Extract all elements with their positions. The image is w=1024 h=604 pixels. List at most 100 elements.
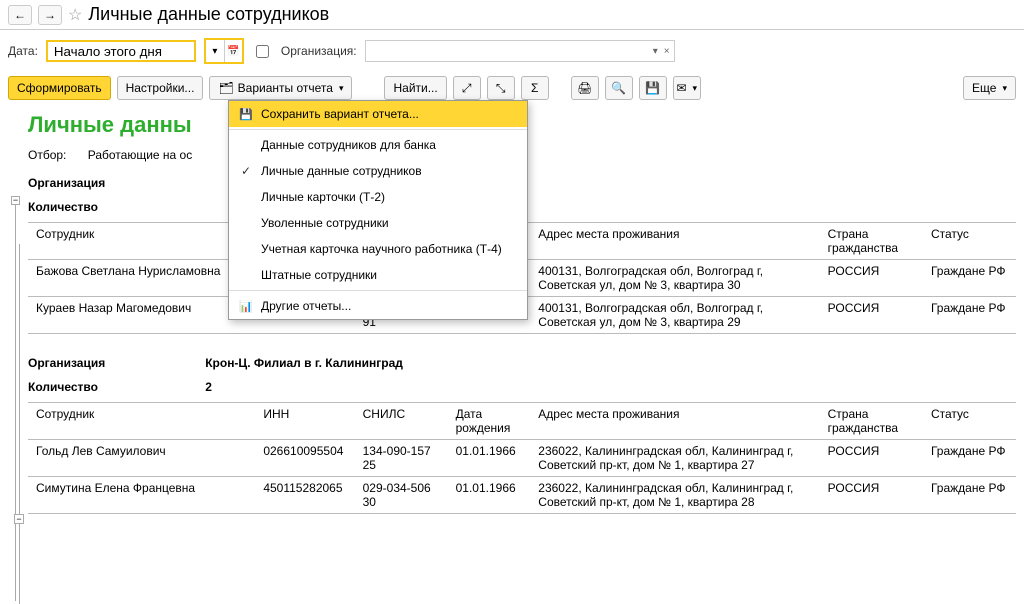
dd-science-label: Учетная карточка научного работника (Т-4…	[261, 242, 502, 256]
col-employee: Сотрудник	[28, 403, 255, 440]
expand-icon: ⤢	[462, 81, 472, 96]
cell-emp: Бажова Светлана Нурисламовна	[28, 260, 255, 297]
back-button[interactable]: ←	[8, 5, 32, 25]
dd-cards-label: Личные карточки (Т-2)	[261, 190, 385, 204]
more-label: Еще	[972, 81, 996, 95]
tree-collapse-icon[interactable]: −	[14, 514, 24, 524]
table-row[interactable]: Симутина Елена Францевна 450115282065 02…	[28, 477, 1016, 514]
group2-org-value: Крон-Ц. Филиал в г. Калининград	[205, 356, 403, 370]
mail-button[interactable]: ✉▾	[673, 76, 701, 100]
sigma-icon: Σ	[531, 81, 538, 95]
org-dropdown-icon[interactable]: ▾	[653, 46, 658, 57]
group2-count-value: 2	[205, 380, 403, 394]
cell-inn: 450115282065	[255, 477, 354, 514]
cell-status: Граждане РФ	[923, 440, 1016, 477]
variants-button[interactable]: 🗂 Варианты отчета ▾	[209, 76, 352, 100]
dd-other-reports[interactable]: 📊 Другие отчеты...	[229, 293, 527, 319]
cell-emp: Симутина Елена Францевна	[28, 477, 255, 514]
cell-inn: 026610095504	[255, 440, 354, 477]
preview-button[interactable]: 🔍	[605, 76, 633, 100]
print-icon: 🖨	[577, 81, 592, 95]
chevron-down-icon: ▾	[693, 83, 698, 94]
cell-ctz: РОССИЯ	[820, 297, 923, 334]
col-citizenship: Страна гражданства	[820, 223, 923, 260]
col-status: Статус	[923, 223, 1016, 260]
collapse-button[interactable]: ⤡	[487, 76, 515, 100]
cell-ctz: РОССИЯ	[820, 440, 923, 477]
dd-save-variant[interactable]: 💾 Сохранить вариант отчета...	[229, 101, 527, 127]
cell-status: Граждане РФ	[923, 260, 1016, 297]
dd-save-label: Сохранить вариант отчета...	[261, 107, 419, 121]
dd-personal-data[interactable]: ✓ Личные данные сотрудников	[229, 158, 527, 184]
data-table-2: Сотрудник ИНН СНИЛС Дата рождения Адрес …	[28, 402, 1016, 514]
group2-org-label: Организация	[28, 356, 105, 370]
cell-emp: Гольд Лев Самуилович	[28, 440, 255, 477]
check-icon: ✓	[239, 164, 253, 178]
filter-label: Отбор:	[28, 148, 66, 162]
cell-dob: 01.01.1966	[448, 440, 531, 477]
dd-personal-label: Личные данные сотрудников	[261, 164, 422, 178]
date-calendar-icon[interactable]: 📅	[224, 40, 242, 62]
table-row[interactable]: Гольд Лев Самуилович 026610095504 134-09…	[28, 440, 1016, 477]
dd-bank-label: Данные сотрудников для банка	[261, 138, 436, 152]
dd-staff[interactable]: Штатные сотрудники	[229, 262, 527, 288]
chevron-down-icon: ▾	[1002, 83, 1007, 94]
preview-icon: 🔍	[611, 81, 626, 95]
col-status: Статус	[923, 403, 1016, 440]
col-snils: СНИЛС	[355, 403, 448, 440]
variants-icon: 🗂	[218, 81, 233, 95]
org-label: Организация:	[281, 44, 357, 58]
expand-button[interactable]: ⤢	[453, 76, 481, 100]
sum-button[interactable]: Σ	[521, 76, 549, 100]
org-clear-icon[interactable]: ×	[664, 46, 670, 57]
dd-bank-data[interactable]: Данные сотрудников для банка	[229, 132, 527, 158]
cell-addr: 236022, Калининградская обл, Калининград…	[530, 440, 819, 477]
cell-ctz: РОССИЯ	[820, 260, 923, 297]
dd-other-label: Другие отчеты...	[261, 299, 351, 313]
chart-icon: 📊	[239, 300, 253, 313]
form-button[interactable]: Сформировать	[8, 76, 111, 100]
cell-snils: 029-034-506 30	[355, 477, 448, 514]
cell-dob: 01.01.1966	[448, 477, 531, 514]
dd-science[interactable]: Учетная карточка научного работника (Т-4…	[229, 236, 527, 262]
col-citizenship: Страна гражданства	[820, 403, 923, 440]
dd-fired[interactable]: Уволенные сотрудники	[229, 210, 527, 236]
save-icon: 💾	[645, 81, 660, 95]
variants-label: Варианты отчета	[238, 81, 333, 95]
settings-button[interactable]: Настройки...	[117, 76, 204, 100]
mail-icon: ✉	[676, 81, 686, 95]
cell-addr: 400131, Волгоградская обл, Волгоград г, …	[530, 260, 819, 297]
save-variant-icon: 💾	[239, 108, 253, 121]
dd-cards[interactable]: Личные карточки (Т-2)	[229, 184, 527, 210]
org-checkbox[interactable]	[256, 45, 269, 58]
col-dob: Дата рождения	[448, 403, 531, 440]
cell-status: Граждане РФ	[923, 297, 1016, 334]
print-button[interactable]: 🖨	[571, 76, 599, 100]
cell-addr: 236022, Калининградская обл, Калининград…	[530, 477, 819, 514]
cell-emp: Кураев Назар Магомедович	[28, 297, 255, 334]
cell-ctz: РОССИЯ	[820, 477, 923, 514]
collapse-icon: ⤡	[496, 81, 506, 96]
save-button[interactable]: 💾	[639, 76, 667, 100]
cell-snils: 134-090-157 25	[355, 440, 448, 477]
date-input[interactable]	[46, 40, 196, 62]
find-button[interactable]: Найти...	[384, 76, 446, 100]
col-address: Адрес места проживания	[530, 223, 819, 260]
page-title: Личные данные сотрудников	[88, 4, 329, 25]
more-button[interactable]: Еще ▾	[963, 76, 1016, 100]
tree-collapse-icon[interactable]: −	[11, 196, 20, 205]
filter-value: Работающие на ос	[88, 148, 193, 162]
favorite-icon[interactable]: ☆	[68, 5, 82, 25]
org-select[interactable]: ▾ ×	[365, 40, 675, 62]
group2-count-label: Количество	[28, 380, 105, 394]
date-label: Дата:	[8, 44, 38, 58]
variants-dropdown: 💾 Сохранить вариант отчета... Данные сот…	[228, 100, 528, 320]
col-inn: ИНН	[255, 403, 354, 440]
col-address: Адрес места проживания	[530, 403, 819, 440]
chevron-down-icon: ▾	[339, 83, 344, 94]
col-employee: Сотрудник	[28, 223, 255, 260]
forward-button[interactable]: →	[38, 5, 62, 25]
date-dropdown-icon[interactable]: ▾	[206, 40, 224, 62]
dd-staff-label: Штатные сотрудники	[261, 268, 377, 282]
cell-status: Граждане РФ	[923, 477, 1016, 514]
